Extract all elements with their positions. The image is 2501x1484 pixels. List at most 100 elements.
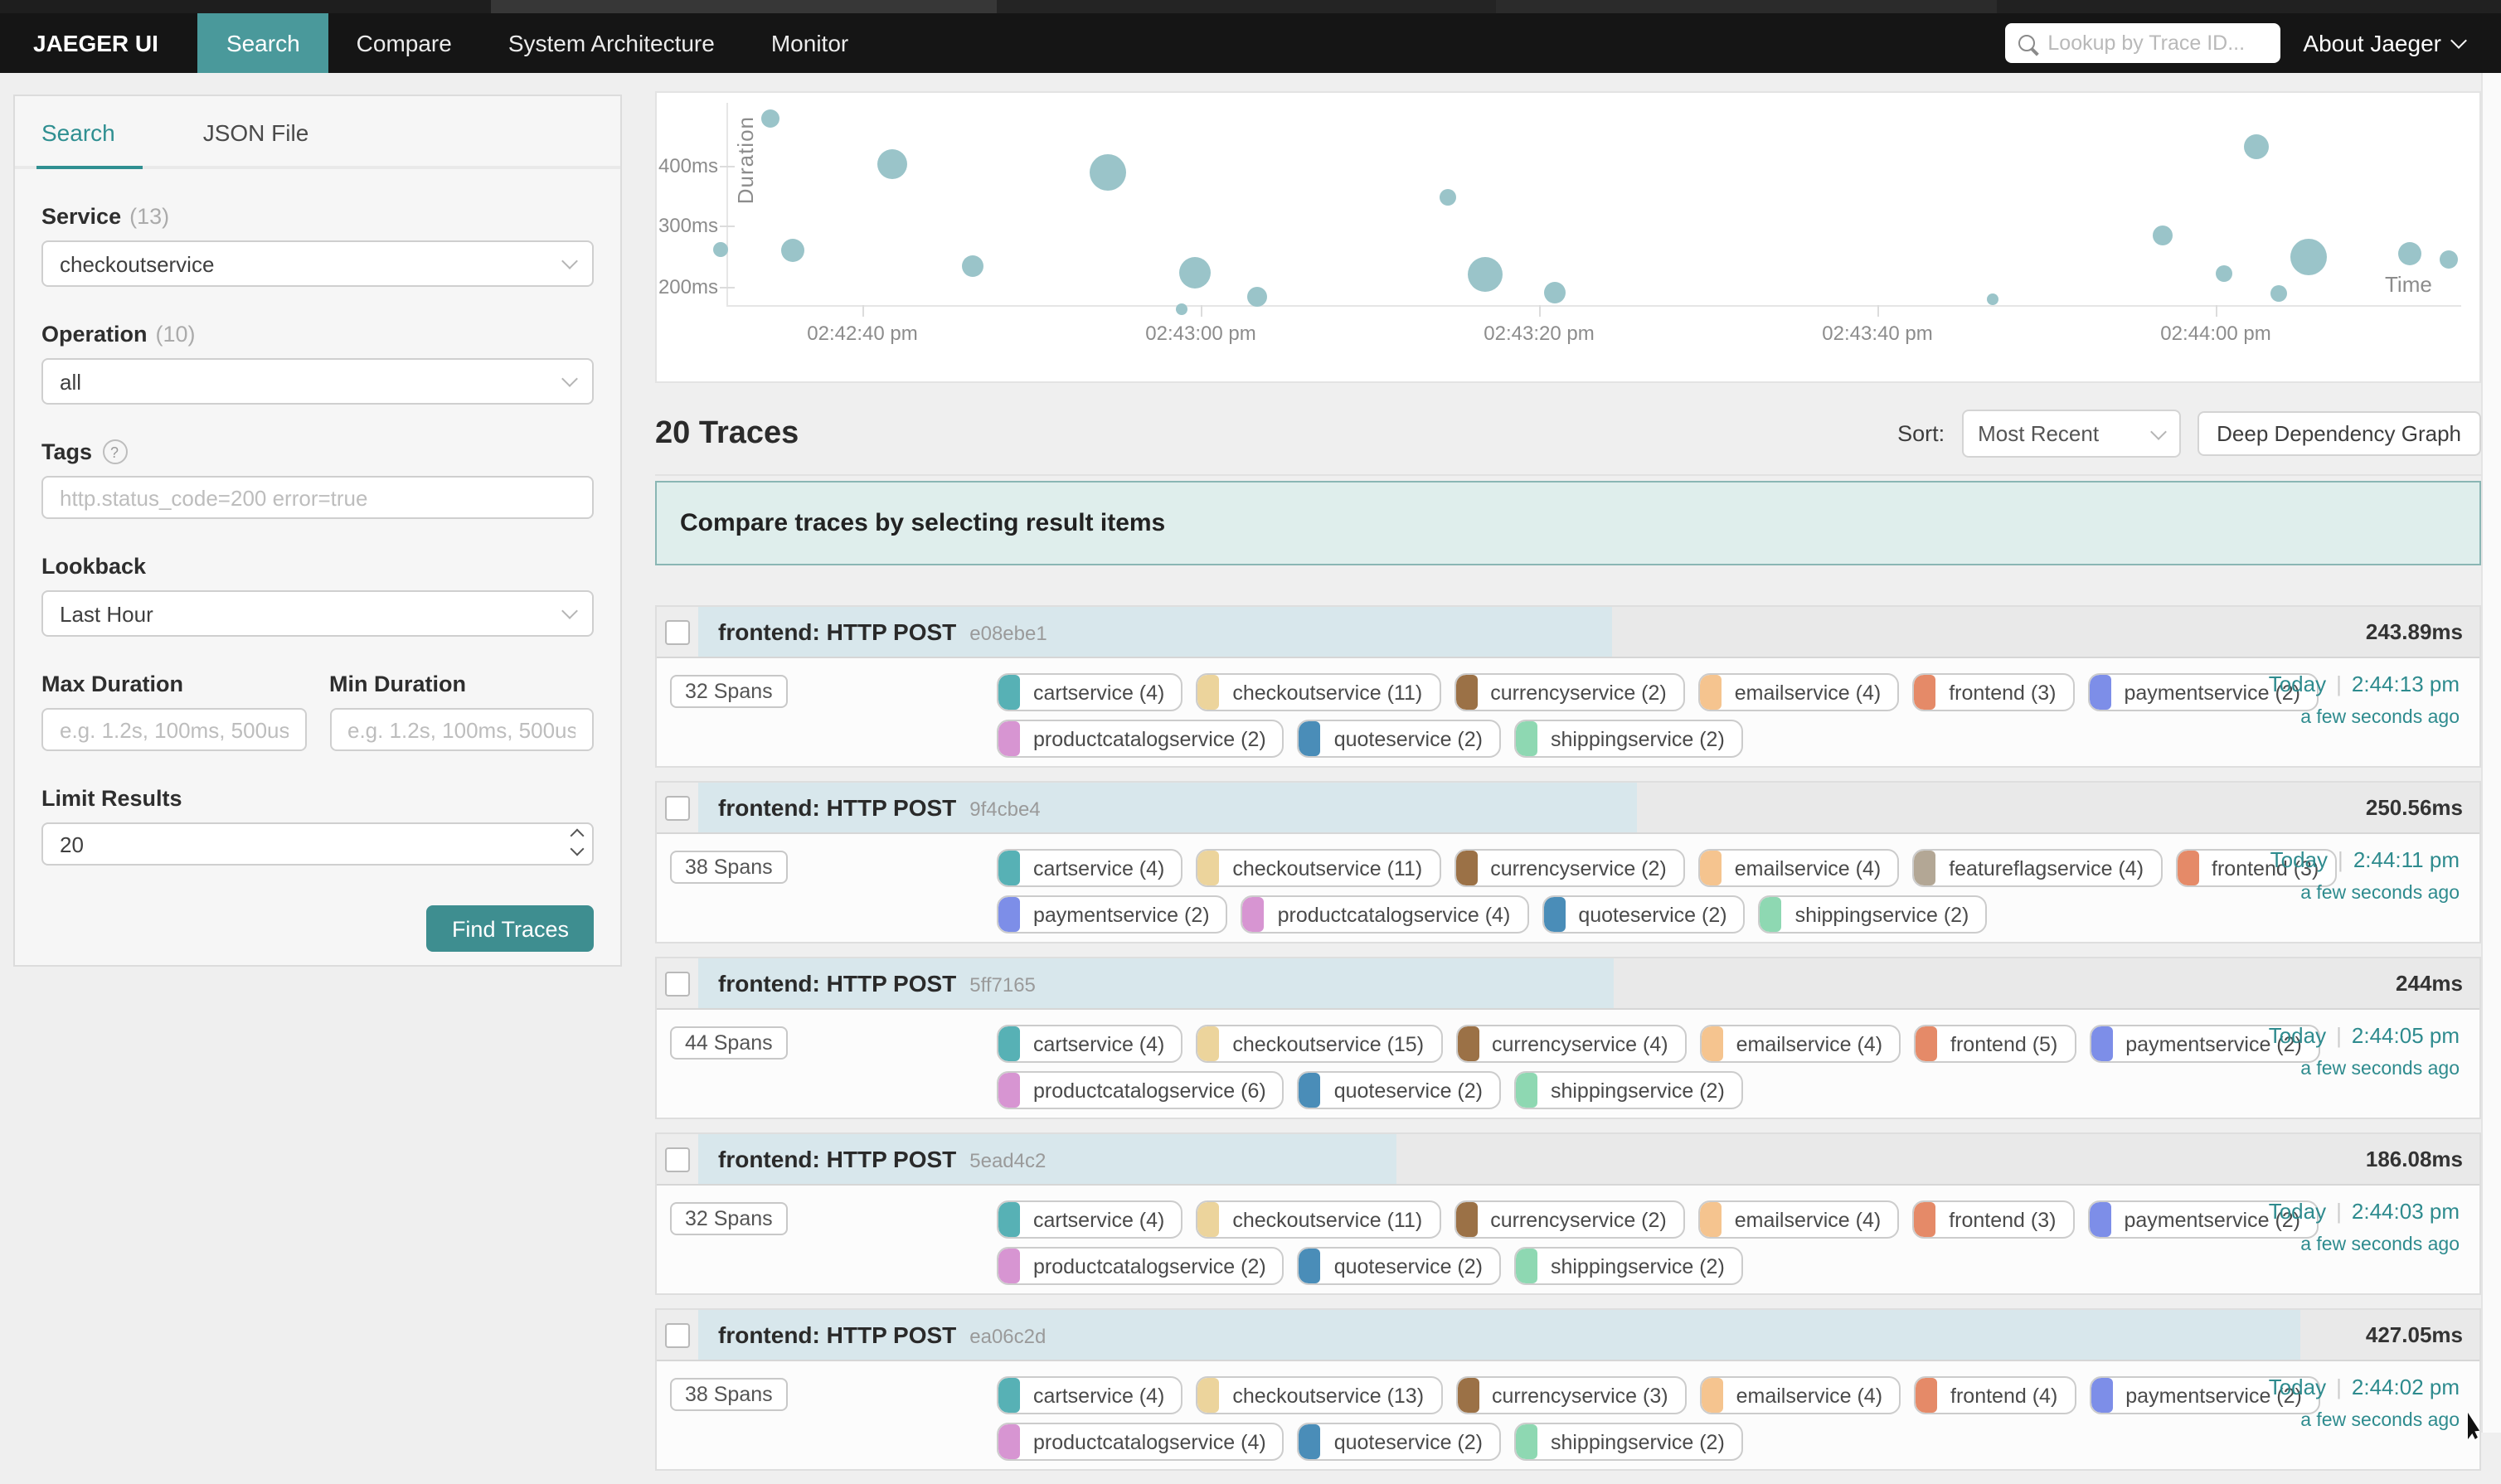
service-color-swatch (1700, 851, 1722, 885)
trace-lookup-input[interactable] (2044, 30, 2266, 56)
trace-scatter-point[interactable] (2216, 265, 2232, 282)
span-count-badge: 38 Spans (670, 851, 788, 884)
trace-scatter-point[interactable] (1246, 287, 1266, 307)
service-tag: quoteservice (2) (1298, 1071, 1501, 1109)
trace-scatter-point[interactable] (2244, 135, 2269, 160)
x-axis-title: Time (2385, 272, 2432, 297)
find-traces-button[interactable]: Find Traces (427, 905, 594, 952)
trace-scatter-point[interactable] (1987, 293, 1998, 304)
service-tag: cartservice (4) (997, 1200, 1183, 1239)
service-color-swatch (1455, 675, 1477, 710)
trace-checkbox-cell (657, 607, 698, 657)
separator: | (2336, 672, 2342, 696)
search-sidebar: Search JSON File Service(13) checkoutser… (13, 95, 622, 967)
help-icon[interactable]: ? (102, 439, 127, 464)
trace-scatter-point[interactable] (2154, 226, 2173, 245)
trace-checkbox[interactable] (665, 1147, 690, 1171)
nav-tab-compare[interactable]: Compare (328, 13, 480, 73)
trace-card-header[interactable]: frontend: HTTP POSTea06c2d427.05ms (657, 1310, 2479, 1360)
about-jaeger-menu[interactable]: About Jaeger (2303, 13, 2501, 73)
nav-tab-monitor[interactable]: Monitor (743, 13, 877, 73)
service-color-swatch (1914, 851, 1935, 885)
service-color-swatch (998, 1073, 1020, 1108)
trace-card-header[interactable]: frontend: HTTP POST5ff7165244ms (657, 958, 2479, 1008)
trace-scatter-point[interactable] (878, 149, 908, 179)
service-tag-label: checkoutservice (13) (1219, 1384, 1440, 1407)
service-select[interactable]: checkoutservice (41, 240, 594, 287)
service-tag: emailservice (4) (1698, 673, 1899, 711)
duration-filters: Max Duration Min Duration (41, 672, 594, 751)
nav-tab-system-architecture[interactable]: System Architecture (480, 13, 743, 73)
trace-card-header[interactable]: frontend: HTTP POSTe08ebe1243.89ms (657, 607, 2479, 657)
trace-scatter-point[interactable] (713, 243, 728, 258)
results-divider (655, 474, 2481, 476)
x-tick-mark (1539, 305, 1541, 317)
max-duration-group: Max Duration (41, 672, 306, 751)
service-tag-label: shippingservice (2) (1537, 727, 1741, 750)
x-tick-mark (2216, 305, 2217, 317)
max-duration-input[interactable] (41, 708, 306, 751)
search-icon (2018, 35, 2034, 51)
trace-scatter-point[interactable] (1440, 189, 1456, 206)
service-tag-label: productcatalogservice (6) (1020, 1079, 1283, 1102)
trace-card-header[interactable]: frontend: HTTP POST9f4cbe4250.56ms (657, 783, 2479, 832)
min-duration-input[interactable] (329, 708, 594, 751)
service-tag-label: quoteservice (2) (1565, 903, 1743, 926)
service-tag: cartservice (4) (997, 1376, 1183, 1414)
x-tick-mark (1877, 305, 1879, 317)
service-tag-label: shippingservice (2) (1537, 1430, 1741, 1453)
service-color-swatch (1916, 1026, 1937, 1061)
trace-scatter-point[interactable] (762, 109, 780, 127)
duration-bar-track: frontend: HTTP POSTea06c2d427.05ms (698, 1310, 2479, 1360)
nav-tab-search[interactable]: Search (198, 13, 328, 73)
trace-id: 9f4cbe4 (969, 798, 1040, 821)
trace-scatter-point[interactable] (1543, 281, 1565, 303)
number-stepper[interactable] (572, 831, 582, 854)
tab-search[interactable]: Search (41, 119, 115, 146)
service-tag-label: emailservice (4) (1723, 1384, 1899, 1407)
trace-scatter-point[interactable] (1180, 256, 1212, 288)
operation-select-value: all (60, 369, 81, 394)
trace-checkbox[interactable] (665, 795, 690, 820)
trace-lookup-box[interactable] (2004, 23, 2280, 63)
tab-json-file[interactable]: JSON File (203, 119, 309, 146)
service-tag: currencyservice (3) (1455, 1376, 1687, 1414)
trace-time: 2:44:03 pm (2352, 1199, 2460, 1224)
trace-scatter-point[interactable] (1090, 154, 1126, 191)
trace-scatter-point[interactable] (781, 239, 804, 262)
y-tick-mark (720, 226, 735, 227)
service-tag: currencyservice (2) (1454, 1200, 1685, 1239)
trace-title: frontend: HTTP POST9f4cbe4 (718, 794, 1041, 821)
service-tag-label: emailservice (4) (1723, 1032, 1899, 1055)
trace-scatter-point[interactable] (962, 255, 983, 276)
limit-results-input[interactable] (41, 822, 594, 866)
trace-scatter-point[interactable] (2440, 250, 2459, 268)
span-count-badge: 44 Spans (670, 1026, 788, 1060)
y-axis-line (726, 103, 728, 307)
service-tag: featureflagservice (4) (1912, 849, 2162, 887)
sort-select[interactable]: Most Recent (1961, 410, 2180, 458)
operation-select[interactable]: all (41, 358, 594, 405)
duration-scatter-chart: Duration Time 400ms300ms200ms02:42:40 pm… (655, 91, 2481, 383)
service-color-swatch (1197, 1378, 1219, 1413)
deep-dependency-graph-button[interactable]: Deep Dependency Graph (2197, 411, 2481, 456)
chevron-down-icon (2450, 32, 2467, 49)
trace-checkbox[interactable] (665, 619, 690, 644)
service-color-swatch (1299, 1424, 1321, 1459)
service-tag: productcatalogservice (2) (997, 720, 1284, 758)
trace-checkbox[interactable] (665, 971, 690, 996)
x-tick-mark (862, 305, 864, 317)
service-tag: checkoutservice (11) (1196, 673, 1440, 711)
service-color-swatch (1197, 675, 1219, 710)
trace-scatter-point[interactable] (1468, 258, 1503, 293)
service-color-swatch (2089, 675, 2110, 710)
scrollbar-track[interactable] (2481, 73, 2501, 1433)
trace-checkbox[interactable] (665, 1322, 690, 1347)
trace-scatter-point[interactable] (2270, 285, 2286, 302)
service-tags: cartservice (4)checkoutservice (15)curre… (997, 1025, 2320, 1118)
trace-scatter-point[interactable] (2290, 239, 2327, 275)
trace-scatter-point[interactable] (2399, 242, 2422, 265)
tags-input[interactable] (41, 476, 594, 519)
trace-card-header[interactable]: frontend: HTTP POST5ead4c2186.08ms (657, 1134, 2479, 1184)
lookback-select[interactable]: Last Hour (41, 590, 594, 637)
